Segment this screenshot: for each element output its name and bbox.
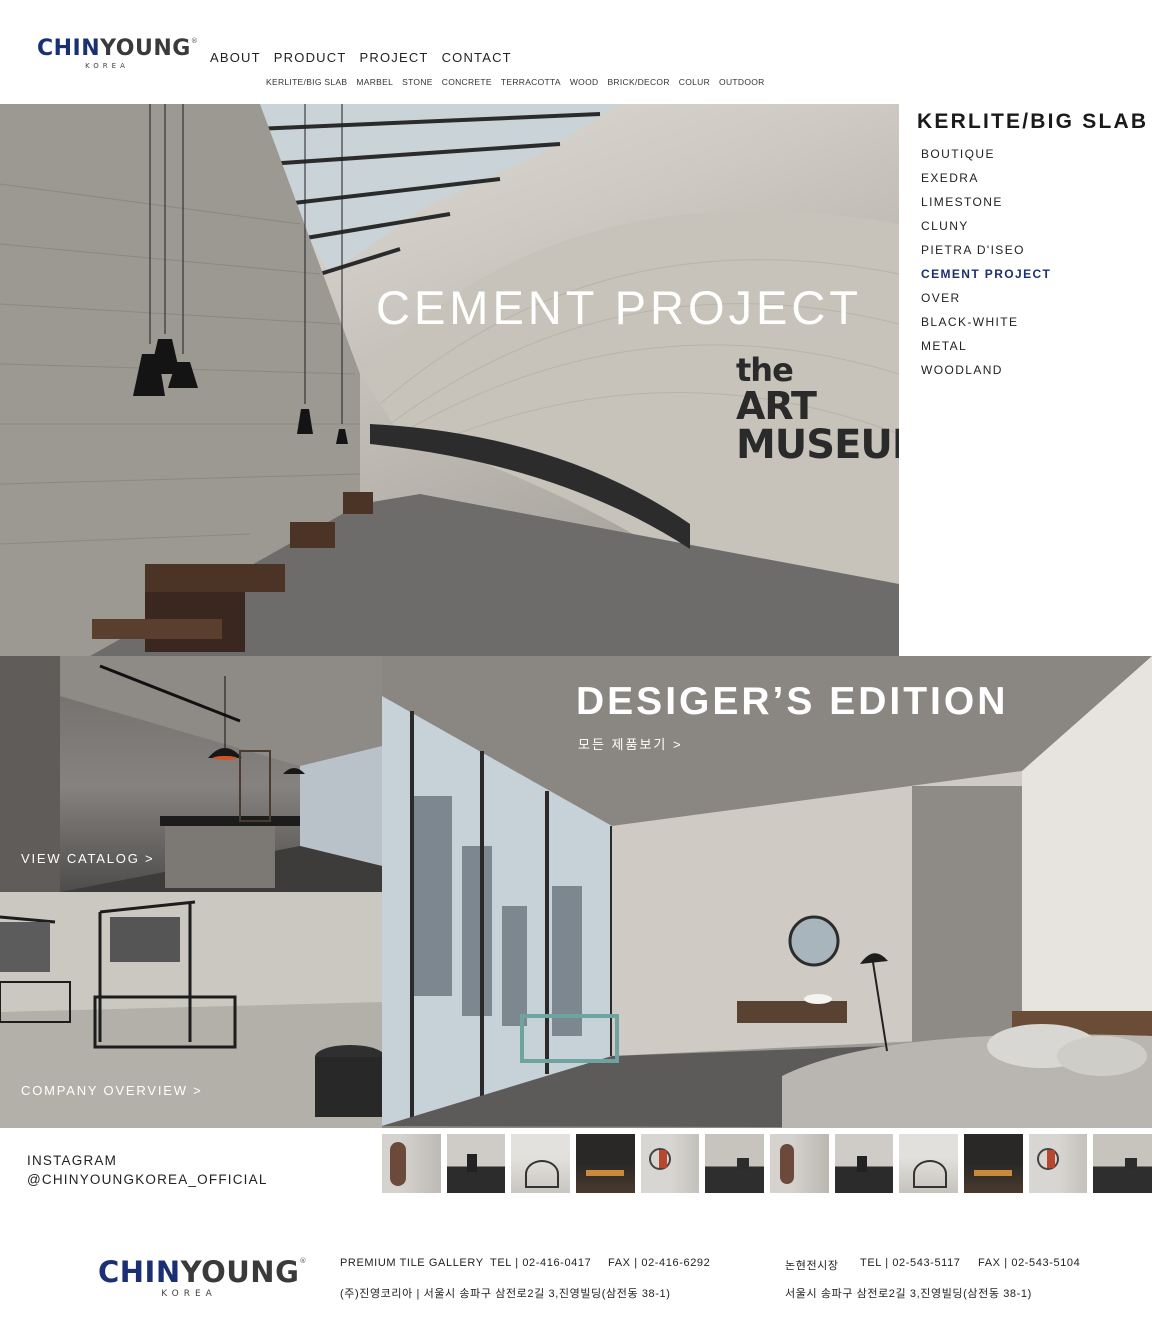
designer-edition-title: DESIGER’S EDITION xyxy=(576,680,1009,723)
instagram-thumb[interactable] xyxy=(382,1134,441,1193)
gallery2-tel: TEL | 02-543-5117 xyxy=(860,1257,961,1269)
designer-edition-tile[interactable]: DESIGER’S EDITION 모든 제품보기 > xyxy=(382,656,1152,1128)
hero-banner[interactable]: CEMENT PROJECT the ART MUSEUM xyxy=(0,104,899,656)
side-item-exedra[interactable]: EXEDRA xyxy=(921,170,1051,194)
instagram-handle: @CHINYOUNGKOREA_OFFICIAL xyxy=(27,1172,268,1187)
subnav-brick-decor[interactable]: BRICK/DECOR xyxy=(607,77,669,87)
side-menu-list: BOUTIQUE EXEDRA LIMESTONE CLUNY PIETRA D… xyxy=(921,146,1051,386)
instagram-thumb[interactable] xyxy=(576,1134,635,1193)
side-item-cluny[interactable]: CLUNY xyxy=(921,218,1051,242)
side-item-pietra-diseo[interactable]: PIETRA D'ISEO xyxy=(921,242,1051,266)
hero-title: CEMENT PROJECT xyxy=(376,281,862,334)
side-item-black-white[interactable]: BLACK-WHITE xyxy=(921,314,1051,338)
nav-contact[interactable]: CONTACT xyxy=(442,50,512,65)
instagram-thumb[interactable] xyxy=(1028,1134,1088,1193)
subnav-terracotta[interactable]: TERRACOTTA xyxy=(501,77,561,87)
subnav-wood[interactable]: WOOD xyxy=(570,77,599,87)
footer-brand-logo[interactable]: CHINYOUNG® KOREA xyxy=(98,1255,307,1300)
gallery1-fax: FAX | 02-416-6292 xyxy=(608,1257,711,1269)
instagram-title: INSTAGRAM xyxy=(27,1153,118,1168)
instagram-thumb[interactable] xyxy=(834,1134,894,1193)
view-all-products-link[interactable]: 모든 제품보기 > xyxy=(578,734,683,753)
gallery1-name: PREMIUM TILE GALLERY xyxy=(340,1257,484,1269)
gallery1-tel: TEL | 02-416-0417 xyxy=(490,1257,592,1269)
subnav-concrete[interactable]: CONCRETE xyxy=(442,77,492,87)
instagram-thumb[interactable] xyxy=(1093,1134,1152,1193)
instagram-thumb[interactable] xyxy=(899,1134,959,1193)
sign-line-art: ART xyxy=(736,383,817,428)
nav-about[interactable]: ABOUT xyxy=(210,50,261,65)
main-nav: ABOUT PRODUCT PROJECT CONTACT xyxy=(210,50,512,65)
instagram-thumb[interactable] xyxy=(770,1134,829,1193)
gallery2-fax: FAX | 02-543-5104 xyxy=(978,1257,1081,1269)
nav-project[interactable]: PROJECT xyxy=(359,50,428,65)
gallery2-address: 서울시 송파구 삼전로2길 3,진영빌딩(삼전동 38-1) xyxy=(785,1288,1032,1300)
sign-line-the: the xyxy=(736,351,794,389)
art-museum-sign: the ART MUSEUM xyxy=(736,354,899,466)
brand-logo[interactable]: CHINYOUNG® KOREA xyxy=(37,36,199,71)
instagram-label[interactable]: INSTAGRAM @CHINYOUNGKOREA_OFFICIAL xyxy=(27,1151,268,1189)
company-tile[interactable]: COMPANY OVERVIEW > xyxy=(0,892,382,1128)
sign-line-museum: MUSEUM xyxy=(736,422,899,469)
side-item-over[interactable]: OVER xyxy=(921,290,1051,314)
subnav-marbel[interactable]: MARBEL xyxy=(356,77,393,87)
view-catalog-link[interactable]: VIEW CATALOG > xyxy=(21,851,154,866)
footer-brand-subtitle: KOREA xyxy=(161,1289,217,1299)
side-item-woodland[interactable]: WOODLAND xyxy=(921,362,1051,386)
bedroom-interior-image xyxy=(382,656,1152,1128)
catalog-tile[interactable]: VIEW CATALOG > xyxy=(0,656,382,892)
side-item-cement-project[interactable]: CEMENT PROJECT xyxy=(921,266,1051,290)
company-overview-link[interactable]: COMPANY OVERVIEW > xyxy=(21,1083,203,1098)
subnav-outdoor[interactable]: OUTDOOR xyxy=(719,77,765,87)
brand-wordmark: CHINYOUNG® xyxy=(37,36,199,61)
instagram-feed xyxy=(382,1134,1152,1193)
subnav-colur[interactable]: COLUR xyxy=(679,77,710,87)
instagram-thumb[interactable] xyxy=(964,1134,1023,1193)
brand-subtitle: KOREA xyxy=(85,62,129,70)
instagram-thumb[interactable] xyxy=(511,1134,571,1193)
gallery2-name: 논현전시장 xyxy=(785,1260,839,1272)
gallery1-address: (주)진영코리아 | 서울시 송파구 삼전로2길 3,진영빌딩(삼전동 38-1… xyxy=(340,1288,671,1300)
instagram-thumb[interactable] xyxy=(640,1134,700,1193)
side-menu-title: KERLITE/BIG SLAB xyxy=(917,110,1149,133)
instagram-thumb[interactable] xyxy=(446,1134,506,1193)
nav-product[interactable]: PRODUCT xyxy=(274,50,347,65)
footer-brand-wordmark: CHINYOUNG® xyxy=(98,1255,307,1289)
subnav-kerlite[interactable]: KERLITE/BIG SLAB xyxy=(266,77,347,87)
side-item-limestone[interactable]: LIMESTONE xyxy=(921,194,1051,218)
product-sub-nav: KERLITE/BIG SLAB MARBEL STONE CONCRETE T… xyxy=(266,77,765,87)
side-item-metal[interactable]: METAL xyxy=(921,338,1051,362)
side-item-boutique[interactable]: BOUTIQUE xyxy=(921,146,1051,170)
instagram-thumb[interactable] xyxy=(705,1134,765,1193)
subnav-stone[interactable]: STONE xyxy=(402,77,433,87)
